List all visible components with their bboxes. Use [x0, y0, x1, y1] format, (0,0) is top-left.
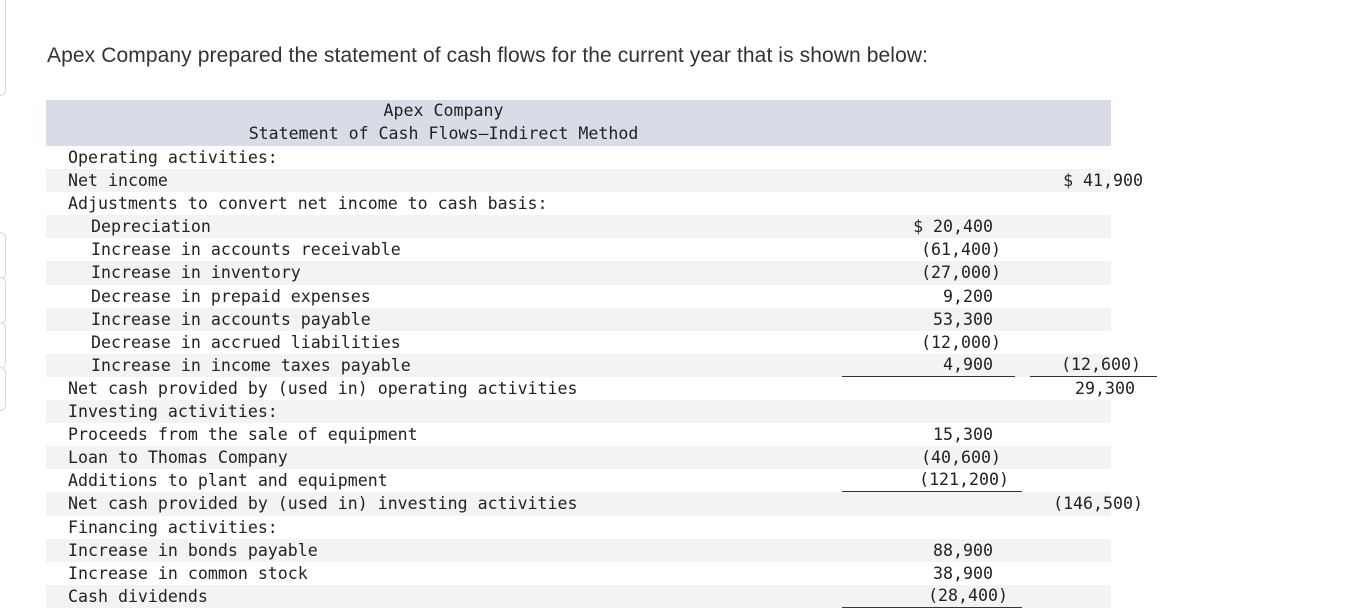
- side-panel-edge: [0, 322, 6, 369]
- row-label: Additions to plant and equipment: [68, 471, 388, 491]
- statement-row: Loan to Thomas Company (40,600): [46, 446, 1111, 470]
- statement-row: Net income $ 41,900: [46, 169, 1143, 193]
- row-label: Decrease in accrued liabilities: [91, 332, 401, 352]
- side-panel-edge: [0, 277, 6, 324]
- total-amount: (146,500): [1053, 494, 1143, 514]
- statement-row: Financing activities:: [46, 516, 1111, 539]
- detail-amount: 9,200: [943, 286, 993, 306]
- row-label: Operating activities:: [68, 148, 278, 167]
- statement-row: Proceeds from the sale of equipment 15,3…: [46, 423, 1111, 446]
- detail-amount: (28,400): [842, 585, 1022, 608]
- detail-amount: 88,900: [933, 540, 993, 560]
- total-amount: 29,300: [1075, 378, 1135, 398]
- cash-flow-statement: Apex Company Statement of Cash Flows—Ind…: [46, 100, 1157, 608]
- statement-row: Increase in accounts receivable (61,400): [46, 238, 1111, 261]
- row-label: Increase in bonds payable: [68, 540, 318, 560]
- row-label: Loan to Thomas Company: [68, 448, 288, 468]
- row-label: Increase in accounts payable: [91, 309, 371, 329]
- question-prompt: Apex Company prepared the statement of c…: [47, 44, 929, 67]
- detail-amount: (27,000): [921, 263, 1001, 283]
- row-label: Net cash provided by (used in) investing…: [68, 494, 578, 514]
- detail-amount: (121,200): [842, 469, 1022, 493]
- statement-row: Net cash provided by (used in) investing…: [46, 492, 1143, 516]
- side-panel-edge: [0, 367, 6, 411]
- row-label: Decrease in prepaid expenses: [91, 286, 371, 306]
- row-label: Cash dividends: [68, 586, 208, 606]
- side-panel-edge: [0, 232, 6, 279]
- detail-amount: (12,000): [921, 332, 1001, 352]
- row-label: Increase in inventory: [91, 263, 301, 283]
- statement-row: Decrease in prepaid expenses 9,200: [46, 285, 1111, 308]
- detail-amount: 53,300: [933, 309, 993, 329]
- row-label: Increase in income taxes payable: [91, 355, 411, 375]
- total-amount: (12,600): [1030, 354, 1157, 377]
- detail-amount: 38,900: [933, 563, 993, 583]
- detail-amount: (61,400): [921, 240, 1001, 260]
- company-name: Apex Company: [383, 101, 504, 120]
- statement-row: Increase in bonds payable 88,900: [46, 538, 1111, 562]
- statement-row: Decrease in accrued liabilities (12,000): [46, 331, 1111, 354]
- statement-row: Increase in common stock 38,900: [46, 562, 1111, 585]
- row-label: Financing activities:: [68, 517, 278, 537]
- statement-row: Increase in income taxes payable 4,900 (…: [46, 353, 1157, 377]
- statement-row: Increase in inventory (27,000): [46, 261, 1111, 285]
- statement-header: Apex Company Statement of Cash Flows—Ind…: [46, 100, 1111, 146]
- row-label: Net cash provided by (used in) operating…: [68, 378, 578, 398]
- statement-row: Cash dividends (28,400): [46, 584, 1111, 608]
- detail-amount: (40,600): [921, 448, 1001, 468]
- statement-title: Statement of Cash Flows—Indirect Method: [248, 124, 639, 143]
- side-panel-edge: [0, 0, 6, 96]
- row-label: Adjustments to convert net income to cas…: [68, 194, 548, 214]
- detail-amount: 4,900: [842, 354, 1015, 377]
- row-label: Proceeds from the sale of equipment: [68, 425, 418, 445]
- row-label: Investing activities:: [68, 402, 278, 422]
- detail-amount: $ 20,400: [913, 217, 993, 237]
- statement-row: Increase in accounts payable 53,300: [46, 307, 1111, 331]
- statement-row: Investing activities:: [46, 400, 1111, 424]
- row-label: Net income: [68, 171, 168, 191]
- statement-row: Operating activities:: [46, 146, 1111, 169]
- row-label: Increase in common stock: [68, 563, 308, 583]
- detail-amount: 15,300: [933, 425, 993, 445]
- total-amount: $ 41,900: [1063, 171, 1143, 191]
- statement-row: Depreciation $ 20,400: [46, 215, 1111, 239]
- row-label: Increase in accounts receivable: [91, 240, 401, 260]
- statement-row: Additions to plant and equipment (121,20…: [46, 469, 1111, 493]
- row-label: Depreciation: [91, 217, 211, 237]
- statement-row: Adjustments to convert net income to cas…: [46, 192, 1111, 215]
- statement-row: Net cash provided by (used in) operating…: [46, 377, 1135, 400]
